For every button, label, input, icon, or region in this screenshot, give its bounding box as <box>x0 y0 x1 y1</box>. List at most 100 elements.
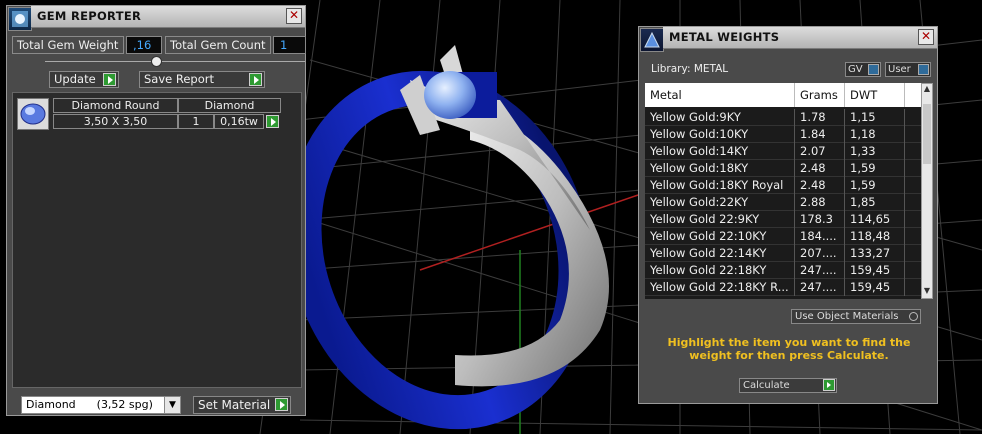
table-row[interactable]: Yellow Gold 22:10KY 184.... 118,48 <box>645 228 921 245</box>
gem-reporter-app-icon <box>8 7 32 31</box>
gem-reporter-title: GEM REPORTER <box>37 9 142 23</box>
dwt-cell: 1,59 <box>845 177 905 194</box>
dwt-cell: 1,85 <box>845 194 905 211</box>
calculate-button[interactable]: Calculate <box>739 378 837 393</box>
gem-stone <box>424 71 476 119</box>
set-material-button[interactable]: Set Material <box>193 396 291 414</box>
metal-name-cell: Yellow Gold:22KY <box>645 194 795 211</box>
metal-name-cell: Yellow Gold 22:10KY <box>645 228 795 245</box>
update-button[interactable]: Update <box>49 71 119 88</box>
gem-size: 3,50 X 3,50 <box>53 114 178 129</box>
grams-cell: 2.48 <box>795 177 845 194</box>
gem-reporter-close-button[interactable]: ✕ <box>286 8 302 24</box>
dwt-cell: 1,59 <box>845 160 905 177</box>
grams-cell: 2.07 <box>795 143 845 160</box>
table-row[interactable]: Yellow Gold:18KY 2.48 1,59 <box>645 160 921 177</box>
dwt-cell: 1,33 <box>845 143 905 160</box>
metal-name-cell: Yellow Gold:9KY <box>645 109 795 126</box>
dwt-cell: 1,18 <box>845 126 905 143</box>
use-object-materials-option[interactable]: Use Object Materials <box>791 309 921 324</box>
metal-name-cell: Yellow Gold:18KY <box>645 160 795 177</box>
gv-toggle-label: GV <box>848 64 863 75</box>
chevron-up-icon[interactable]: ▲ <box>922 84 932 96</box>
material-select-value: Diamond (3,52 spg) <box>26 398 153 411</box>
metal-name-cell: Yellow Gold 22:18KY R... <box>645 279 795 296</box>
round-gem-icon <box>17 98 49 130</box>
table-row[interactable]: Yellow Gold:14KY 2.07 1,33 <box>645 143 921 160</box>
column-header-metal[interactable]: Metal <box>645 83 795 107</box>
grams-cell: 207.... <box>795 245 845 262</box>
column-header-grams[interactable]: Grams <box>795 83 845 107</box>
table-row[interactable]: Yellow Gold:9KY 1.78 1,15 <box>645 109 921 126</box>
total-gem-weight-value: ,16 <box>126 36 162 54</box>
table-row[interactable]: Yellow Gold 22:9KY 178.3 114,65 <box>645 211 921 228</box>
grams-cell: 1.78 <box>795 109 845 126</box>
play-icon <box>275 398 288 411</box>
column-header-dwt[interactable]: DWT <box>845 83 905 107</box>
metal-table-header: Metal Grams DWT <box>645 83 921 107</box>
grams-cell: 247.... <box>795 279 845 296</box>
material-select[interactable]: Diamond (3,52 spg) ▼ <box>21 396 181 414</box>
metal-weights-title: METAL WEIGHTS <box>669 30 780 44</box>
metal-name-cell: Yellow Gold:10KY <box>645 126 795 143</box>
ring-model <box>287 45 609 430</box>
collapse-toggle[interactable] <box>151 56 162 67</box>
dwt-cell: 1,15 <box>845 109 905 126</box>
total-gem-count-label: Total Gem Count <box>165 36 271 54</box>
metal-name-cell: Yellow Gold 22:18KY <box>645 262 795 279</box>
update-label: Update <box>54 72 96 86</box>
grams-cell: 178.3 <box>795 211 845 228</box>
user-toggle-label: User <box>888 64 911 75</box>
gv-toggle[interactable]: GV <box>845 62 881 77</box>
metal-weights-panel: METAL WEIGHTS ✕ Library: METAL GV User M… <box>638 26 938 404</box>
gem-reporter-titlebar[interactable]: GEM REPORTER ✕ <box>31 6 305 28</box>
metal-table[interactable]: Metal Grams DWT Yellow Gold:9KY 1.78 1,15 Y… <box>645 83 921 299</box>
scrollbar-thumb[interactable] <box>923 104 931 164</box>
table-row[interactable]: Yellow Gold:10KY 1.84 1,18 <box>645 126 921 143</box>
play-icon <box>103 73 116 86</box>
gem-detail-button[interactable] <box>266 115 279 128</box>
save-report-label: Save Report <box>144 72 215 86</box>
dwt-cell: 118,48 <box>845 228 905 245</box>
table-row[interactable]: Yellow Gold 22:18KY 247.... 159,45 <box>645 262 921 279</box>
metal-name-cell: Yellow Gold:14KY <box>645 143 795 160</box>
metal-name-cell: Yellow Gold:18KY Royal <box>645 177 795 194</box>
gem-material: Diamond <box>178 98 281 113</box>
total-gem-count-value: 1 <box>273 36 306 54</box>
gem-shape: Diamond Round <box>53 98 178 113</box>
library-label: Library: METAL <box>651 63 729 75</box>
metal-weights-titlebar[interactable]: METAL WEIGHTS ✕ <box>663 27 937 49</box>
metal-name-cell: Yellow Gold 22:14KY <box>645 245 795 262</box>
chevron-down-icon[interactable]: ▼ <box>922 286 932 298</box>
toggle-indicator-icon <box>918 64 929 75</box>
dwt-cell: 159,45 <box>845 279 905 296</box>
radio-icon <box>909 312 918 321</box>
dwt-cell: 133,27 <box>845 245 905 262</box>
gem-weight: 0,16tw <box>214 114 264 129</box>
grams-cell: 247.... <box>795 262 845 279</box>
table-row[interactable]: Yellow Gold:22KY 2.88 1,85 <box>645 194 921 211</box>
metal-weights-close-button[interactable]: ✕ <box>918 29 934 45</box>
dwt-cell: 114,65 <box>845 211 905 228</box>
set-material-label: Set Material <box>198 398 271 412</box>
grams-cell: 2.48 <box>795 160 845 177</box>
calculate-label: Calculate <box>743 380 790 391</box>
user-toggle[interactable]: User <box>885 62 931 77</box>
table-row[interactable]: Yellow Gold 22:14KY 207.... 133,27 <box>645 245 921 262</box>
divider <box>45 61 305 62</box>
table-row[interactable]: Yellow Gold:18KY Royal 2.48 1,59 <box>645 177 921 194</box>
dwt-cell: 159,45 <box>845 262 905 279</box>
grams-cell: 2.88 <box>795 194 845 211</box>
metal-weights-app-icon <box>640 28 664 52</box>
metal-table-scrollbar[interactable]: ▲ ▼ <box>921 83 933 299</box>
play-icon <box>823 379 835 391</box>
total-gem-weight-label: Total Gem Weight <box>12 36 124 54</box>
chevron-down-icon[interactable]: ▼ <box>164 397 180 413</box>
grams-cell: 184.... <box>795 228 845 245</box>
gem-list[interactable]: Diamond Round Diamond 3,50 X 3,50 1 0,16… <box>12 92 302 388</box>
toggle-indicator-icon <box>868 64 879 75</box>
metal-name-cell: Yellow Gold 22:9KY <box>645 211 795 228</box>
table-row[interactable]: Yellow Gold 22:18KY R... 247.... 159,45 <box>645 279 921 296</box>
gem-count: 1 <box>178 114 214 129</box>
save-report-button[interactable]: Save Report <box>139 71 265 88</box>
